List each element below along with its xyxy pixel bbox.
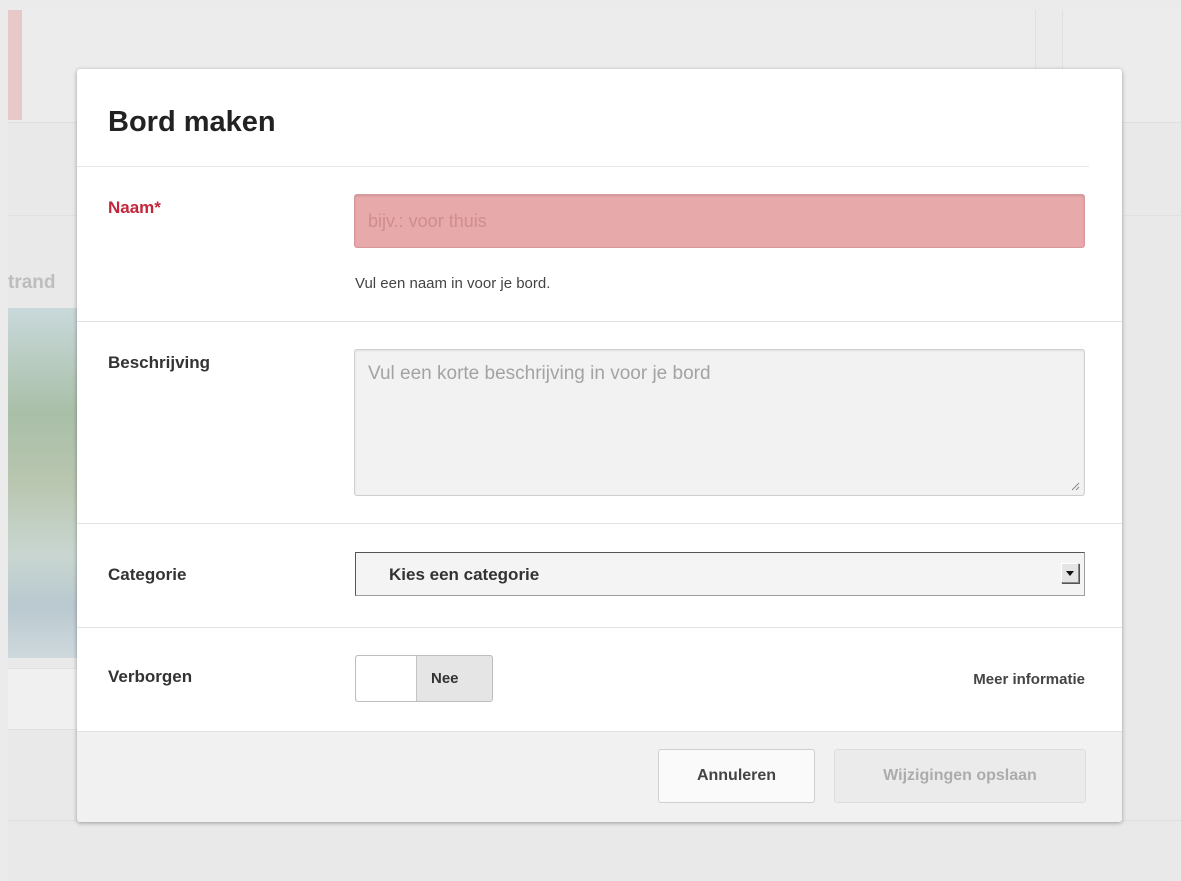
description-label: Beschrijving [108, 353, 211, 372]
chevron-down-icon[interactable] [1061, 563, 1079, 583]
category-selected-value: Kies een categorie [389, 565, 540, 584]
save-changes-button[interactable]: Wijzigingen opslaan [834, 749, 1086, 803]
background-board-thumbnail [8, 308, 78, 658]
description-input[interactable] [354, 349, 1085, 496]
dialog-footer: Annuleren Wijzigingen opslaan [77, 731, 1122, 822]
title-divider [77, 166, 1089, 167]
category-select[interactable]: Kies een categorie [355, 552, 1085, 596]
background-accent [8, 10, 22, 120]
hidden-toggle[interactable]: Nee [355, 655, 493, 702]
resize-grip-icon[interactable] [1070, 481, 1080, 491]
cancel-button[interactable]: Annuleren [658, 749, 815, 803]
category-label: Categorie [108, 565, 187, 584]
background-board-title: trand [8, 272, 56, 293]
row-divider [77, 321, 1122, 322]
row-divider [77, 627, 1122, 628]
hidden-label: Verborgen [108, 667, 193, 686]
background-row [8, 668, 88, 730]
toggle-knob[interactable] [356, 656, 417, 701]
toggle-state-label: Nee [431, 670, 459, 687]
name-error-hint: Vul een naam in voor je bord. [355, 275, 551, 292]
name-input[interactable] [354, 194, 1085, 248]
more-info-link[interactable]: Meer informatie [973, 671, 1085, 688]
row-divider [77, 523, 1122, 524]
dialog-title: Bord maken [108, 106, 276, 138]
name-label: Naam* [108, 198, 161, 217]
create-board-dialog: Bord maken Naam* Vul een naam in voor je… [77, 69, 1122, 822]
